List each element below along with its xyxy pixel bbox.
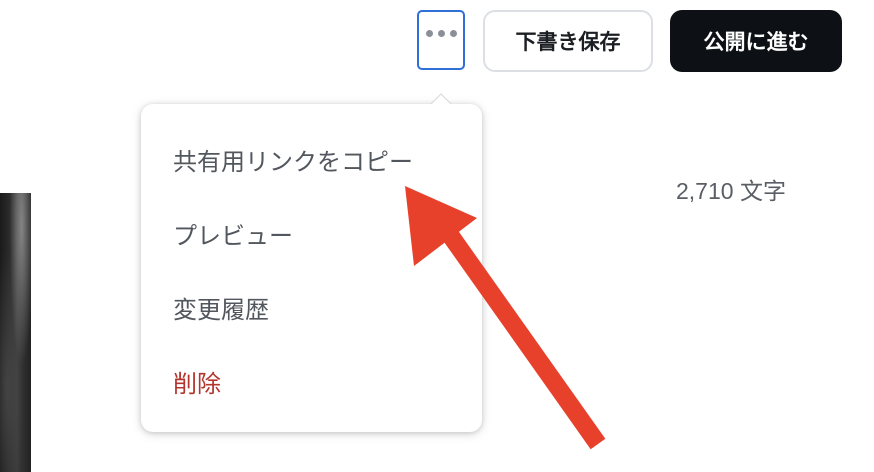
publish-button[interactable]: 公開に進む — [670, 10, 842, 72]
save-draft-button[interactable]: 下書き保存 — [483, 10, 653, 72]
menu-item-copy-share-link[interactable]: 共有用リンクをコピー — [173, 142, 413, 177]
menu-item-preview[interactable]: プレビュー — [173, 216, 293, 251]
dot — [449, 30, 457, 37]
dot — [437, 30, 445, 37]
editor-header-area: 下書き保存 公開に進む 2,710 文字 共有用リンクをコピー プレビュー 変更… — [0, 0, 874, 472]
character-count: 2,710 文字 — [676, 178, 786, 204]
more-options-menu: 共有用リンクをコピー プレビュー 変更履歴 削除 — [141, 104, 482, 432]
more-options-button[interactable] — [417, 10, 465, 70]
dot — [425, 30, 433, 37]
article-image-edge — [0, 193, 31, 472]
menu-caret — [430, 93, 452, 105]
menu-item-history[interactable]: 変更履歴 — [173, 290, 269, 325]
menu-item-delete[interactable]: 削除 — [173, 364, 221, 399]
more-horizontal-icon — [425, 30, 457, 37]
